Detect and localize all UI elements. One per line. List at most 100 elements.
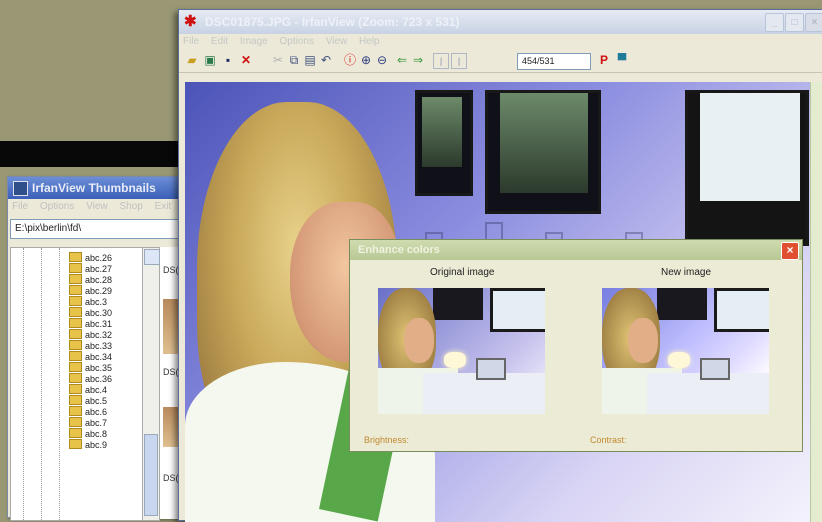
original-image-label: Original image <box>430 267 495 278</box>
tree-item-label: abc.32 <box>85 330 113 340</box>
viewer-scrollbar[interactable] <box>810 82 822 522</box>
thumbnail-label: DS( <box>163 367 179 377</box>
tree-scrollbar[interactable] <box>142 247 160 521</box>
tree-item-label: abc.29 <box>85 286 113 296</box>
zoom-in-icon[interactable]: ⊕ <box>359 53 373 67</box>
menu-view[interactable]: View <box>86 201 108 212</box>
tree-item-label: abc.34 <box>85 352 113 362</box>
menu-view[interactable]: View <box>326 36 348 47</box>
info-icon[interactable]: ⓘ <box>343 53 357 67</box>
dialog-titlebar[interactable]: Enhance colors × <box>350 240 802 260</box>
tree-item[interactable]: abc.27 <box>69 263 112 274</box>
tree-item[interactable]: abc.4 <box>69 384 107 395</box>
tree-item-label: abc.9 <box>85 440 108 450</box>
tree-item[interactable]: abc.8 <box>69 428 107 439</box>
tree-guide <box>23 248 64 520</box>
tree-item[interactable]: abc.31 <box>69 318 112 329</box>
folder-icon <box>69 351 82 361</box>
tree-item[interactable]: abc.26 <box>69 252 112 263</box>
folder-icon <box>69 439 82 449</box>
desktop-dark-band <box>0 141 190 167</box>
photo-cabinet <box>415 90 473 196</box>
open-folder-icon[interactable]: ▰ <box>185 53 199 67</box>
tree-item[interactable]: abc.9 <box>69 439 107 450</box>
menu-file[interactable]: File <box>183 36 199 47</box>
folder-icon <box>69 307 82 317</box>
photo-cabinet <box>485 90 601 214</box>
tree-item[interactable]: abc.3 <box>69 296 107 307</box>
thumbnail-label: DS( <box>163 265 179 275</box>
dialog-close-button[interactable]: × <box>781 242 799 260</box>
tree-item-label: abc.7 <box>85 418 108 428</box>
scroll-up-button[interactable] <box>144 249 160 265</box>
folder-icon <box>69 395 82 405</box>
cut-icon[interactable]: ✂ <box>271 53 285 67</box>
monitor-icon[interactable]: ▀ <box>615 53 629 67</box>
menu-edit[interactable]: Edit <box>211 36 228 47</box>
tree-item[interactable]: abc.30 <box>69 307 112 318</box>
photo-detail <box>500 93 588 193</box>
save-icon[interactable]: ▪ <box>221 53 235 67</box>
tree-item[interactable]: abc.6 <box>69 406 107 417</box>
folder-icon <box>69 329 82 339</box>
paypal-icon[interactable]: P <box>597 53 611 67</box>
preview-detail <box>444 352 466 368</box>
tree-guide <box>59 248 61 520</box>
paste-icon[interactable]: ▤ <box>303 53 317 67</box>
menu-image[interactable]: Image <box>240 36 268 47</box>
menu-shop[interactable]: Shop <box>119 201 142 212</box>
tree-item[interactable]: abc.28 <box>69 274 112 285</box>
scroll-thumb[interactable] <box>144 434 158 516</box>
next-icon[interactable]: ⇒ <box>411 53 425 67</box>
maximize-button[interactable]: □ <box>785 13 804 32</box>
preview-detail <box>700 358 730 380</box>
preview-detail <box>476 358 506 380</box>
tree-item[interactable]: abc.35 <box>69 362 112 373</box>
dialog-title: Enhance colors <box>358 244 440 256</box>
thumbnails-title: IrfanView Thumbnails <box>32 181 156 195</box>
tree-item[interactable]: abc.5 <box>69 395 107 406</box>
tree-item-label: abc.36 <box>85 374 113 384</box>
tree-guide <box>41 248 43 520</box>
first-page-icon[interactable]: | <box>433 53 449 69</box>
menu-options[interactable]: Options <box>40 201 74 212</box>
tree-item[interactable]: abc.29 <box>69 285 112 296</box>
copy-icon[interactable]: ⧉ <box>287 53 301 67</box>
tree-item-label: abc.6 <box>85 407 108 417</box>
menu-file[interactable]: File <box>12 201 28 212</box>
tree-item[interactable]: abc.33 <box>69 340 112 351</box>
delete-icon[interactable]: ✕ <box>239 53 253 67</box>
minimize-button[interactable]: _ <box>765 13 784 32</box>
folder-tree[interactable]: abc.26 abc.27 abc.28 abc.29 abc.3 abc.30… <box>10 247 144 521</box>
menu-exit[interactable]: Exit <box>155 201 172 212</box>
tree-item[interactable]: abc.7 <box>69 417 107 428</box>
tree-item[interactable]: abc.32 <box>69 329 112 340</box>
close-button[interactable]: × <box>805 13 822 32</box>
preview-detail <box>714 288 769 332</box>
path-input[interactable]: E:\pix\berlin\fd\ <box>10 219 206 239</box>
tree-item[interactable]: abc.34 <box>69 351 112 362</box>
folder-icon <box>69 263 82 273</box>
folder-icon <box>69 296 82 306</box>
tree-item[interactable]: abc.36 <box>69 373 112 384</box>
page-indicator[interactable]: 454/531 <box>517 53 591 70</box>
contrast-label: Contrast: <box>590 435 627 445</box>
last-page-icon[interactable]: | <box>451 53 467 69</box>
viewer-title: DSC01875.JPG - IrfanView (Zoom: 723 x 53… <box>205 15 460 29</box>
folder-icon <box>69 340 82 350</box>
undo-icon[interactable]: ↶ <box>319 53 333 67</box>
previous-icon[interactable]: ⇐ <box>395 53 409 67</box>
tree-item-label: abc.30 <box>85 308 113 318</box>
tree-item-label: abc.4 <box>85 385 108 395</box>
tree-item-label: abc.28 <box>85 275 113 285</box>
enhance-colors-dialog: Enhance colors × Original image New imag… <box>349 239 803 452</box>
slideshow-icon[interactable]: ▣ <box>203 53 217 67</box>
photo-cabinet <box>685 90 809 246</box>
menu-options[interactable]: Options <box>280 36 314 47</box>
folder-icon <box>69 384 82 394</box>
viewer-window: ✱ DSC01875.JPG - IrfanView (Zoom: 723 x … <box>178 9 822 522</box>
zoom-out-icon[interactable]: ⊖ <box>375 53 389 67</box>
brightness-label: Brightness: <box>364 435 410 445</box>
menu-help[interactable]: Help <box>359 36 380 47</box>
viewer-titlebar[interactable]: ✱ DSC01875.JPG - IrfanView (Zoom: 723 x … <box>179 10 822 34</box>
